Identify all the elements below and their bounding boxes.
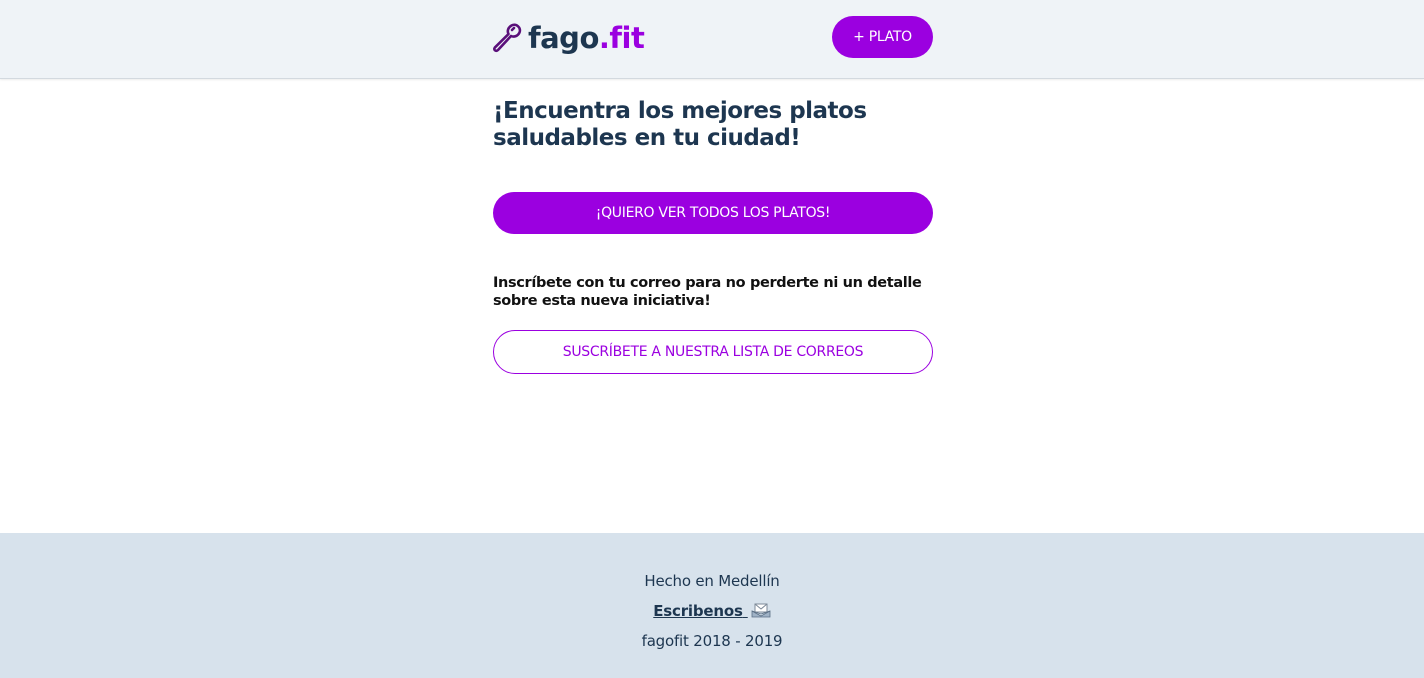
made-in-text: Hecho en Medellín <box>644 572 780 590</box>
spoon-icon <box>493 22 523 54</box>
logo-accent: .fit <box>598 21 645 55</box>
contact-link-label: Escribenos <box>653 602 743 620</box>
logo-main: fago <box>528 21 599 55</box>
subscribe-mailing-list-button[interactable]: SUSCRÍBETE A NUESTRA LISTA DE CORREOS <box>493 330 933 374</box>
view-all-plates-button[interactable]: ¡QUIERO VER TODOS LOS PLATOS! <box>493 192 933 234</box>
logo-text: fago.fit <box>528 18 645 58</box>
page-headline: ¡Encuentra los mejores platos saludables… <box>493 98 867 151</box>
site-logo[interactable]: fago.fit <box>493 18 645 58</box>
envelope-icon <box>751 602 771 622</box>
add-plate-button[interactable]: + PLATO <box>832 16 933 58</box>
top-header: fago.fit + PLATO <box>0 0 1424 79</box>
contact-row: Escribenos <box>0 602 1424 622</box>
subscribe-description: Inscríbete con tu correo para no perdert… <box>493 275 922 309</box>
page-footer: Hecho en Medellín Escribenos fagofit 201… <box>0 533 1424 678</box>
contact-link[interactable]: Escribenos <box>653 602 771 622</box>
copyright-text: fagofit 2018 - 2019 <box>641 632 783 650</box>
